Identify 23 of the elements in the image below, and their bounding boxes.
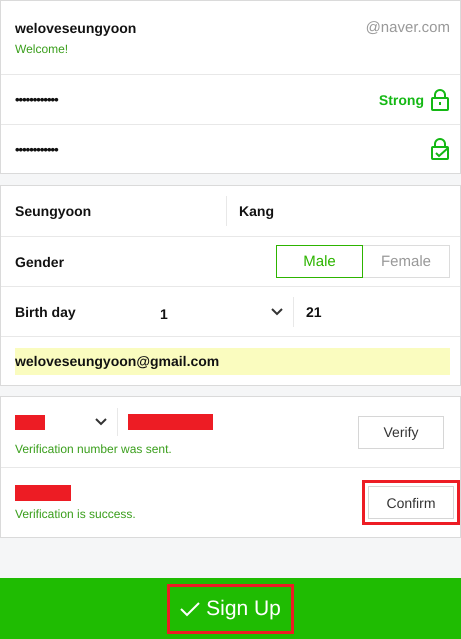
birthday-label: Birth day [15,304,76,320]
verify-button[interactable]: Verify [358,416,444,448]
password-confirm-field[interactable]: •••••••••••• [15,142,58,156]
confirm-button[interactable]: Confirm [368,486,454,519]
email-field[interactable]: weloveseungyoon@gmail.com [15,348,450,374]
verification-success-message: Verification is success. [15,506,137,520]
checkmark-icon [180,600,200,616]
email-domain: @naver.com [366,19,450,36]
username-value: weloveseungyoon [15,20,138,36]
password-field[interactable]: •••••••••••• [15,92,58,107]
birth-day-field[interactable]: 21 [306,304,322,320]
verification-sent-message: Verification number was sent. [15,442,173,456]
gender-label: Gender [15,254,64,270]
last-name-field[interactable]: Kang [239,203,274,219]
lock-icon [430,88,450,110]
welcome-message: Welcome! [15,42,70,56]
chevron-down-icon [95,418,107,426]
chevron-down-icon [271,308,283,316]
password-strength: Strong [378,92,424,108]
birth-month-select[interactable]: 1 [160,306,168,322]
redaction-mark [15,484,71,500]
first-name-field[interactable]: Seungyoon [15,203,92,219]
redaction-mark [15,414,45,430]
